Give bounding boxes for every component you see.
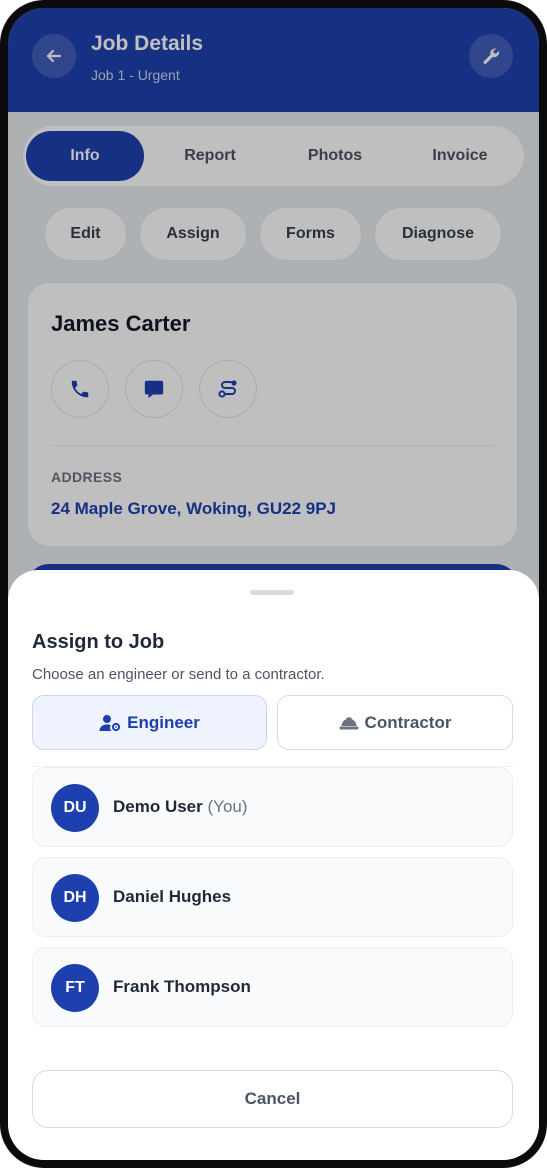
device-frame: Job Details Job 1 - Urgent Info Report P… bbox=[0, 0, 547, 1168]
engineer-segment[interactable]: Engineer bbox=[32, 695, 267, 750]
engineer-name: Daniel Hughes bbox=[113, 887, 232, 906]
hard-hat-icon bbox=[339, 715, 359, 731]
engineer-list-item[interactable]: DH Daniel Hughes bbox=[32, 857, 513, 937]
user-gear-icon bbox=[99, 714, 121, 732]
sheet-handle[interactable] bbox=[250, 590, 294, 595]
contractor-segment-label: Contractor bbox=[364, 712, 452, 732]
cancel-button[interactable]: Cancel bbox=[32, 1070, 513, 1128]
assign-sheet: Assign to Job Choose an engineer or send… bbox=[8, 570, 539, 1160]
engineer-list-item[interactable]: DU Demo User (You) bbox=[32, 767, 513, 847]
avatar: DU bbox=[51, 784, 99, 832]
screen: Job Details Job 1 - Urgent Info Report P… bbox=[8, 8, 539, 1160]
sheet-title: Assign to Job bbox=[32, 631, 165, 653]
contractor-segment[interactable]: Contractor bbox=[277, 695, 513, 750]
avatar: DH bbox=[51, 874, 99, 922]
sheet-subtitle: Choose an engineer or send to a contract… bbox=[32, 666, 325, 683]
engineer-list-item[interactable]: FT Frank Thompson bbox=[32, 947, 513, 1027]
engineer-segment-label: Engineer bbox=[127, 712, 200, 732]
engineer-name: Demo User (You) bbox=[113, 797, 248, 817]
current-user-tag: (You) bbox=[207, 797, 248, 816]
avatar: FT bbox=[51, 964, 99, 1012]
engineer-name-text: Demo User bbox=[113, 797, 203, 816]
engineer-name: Frank Thompson bbox=[113, 977, 251, 996]
